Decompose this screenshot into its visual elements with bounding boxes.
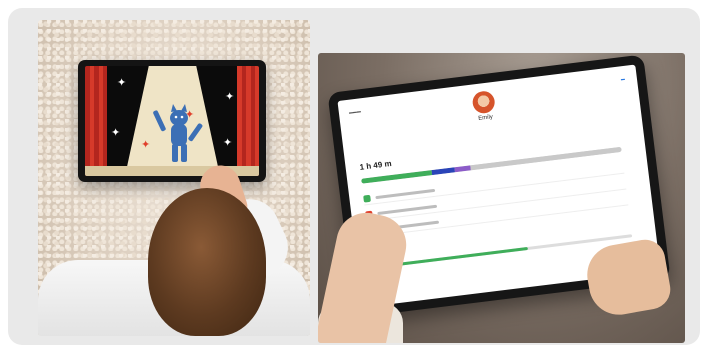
image-frame: ✦ ✦ ✦ ✦ ✦ ✦ ▬▬▬ ▬ Emily 1 h 49 m (8, 8, 700, 345)
app-icon (363, 194, 371, 203)
tablet-left-screen: ✦ ✦ ✦ ✦ ✦ ✦ (85, 66, 259, 176)
screen-title-placeholder: ▬▬▬ (348, 108, 362, 115)
photo-hands-with-tablet: ▬▬▬ ▬ Emily 1 h 49 m (318, 53, 685, 343)
total-usage-time: 1 h 49 m (359, 158, 393, 172)
screen-link-placeholder: ▬ (620, 75, 626, 82)
sparkle-icon: ✦ (225, 91, 235, 103)
profile-name: Emily (477, 114, 494, 122)
stage-curtain-left (85, 66, 107, 176)
cartoon-cat-icon (153, 104, 203, 162)
sparkle-icon: ✦ (141, 139, 151, 151)
sparkle-icon: ✦ (111, 127, 121, 139)
avatar (471, 89, 496, 115)
sparkle-icon: ✦ (117, 77, 127, 89)
child-head (148, 188, 266, 336)
sparkle-icon: ✦ (223, 137, 233, 149)
usage-segment (431, 167, 456, 176)
tablet-left: ✦ ✦ ✦ ✦ ✦ ✦ (78, 60, 266, 182)
photo-child-with-tablet: ✦ ✦ ✦ ✦ ✦ ✦ (38, 20, 310, 336)
usage-segment (454, 165, 471, 173)
usage-segment (361, 170, 432, 184)
stage-curtain-right (237, 66, 259, 176)
